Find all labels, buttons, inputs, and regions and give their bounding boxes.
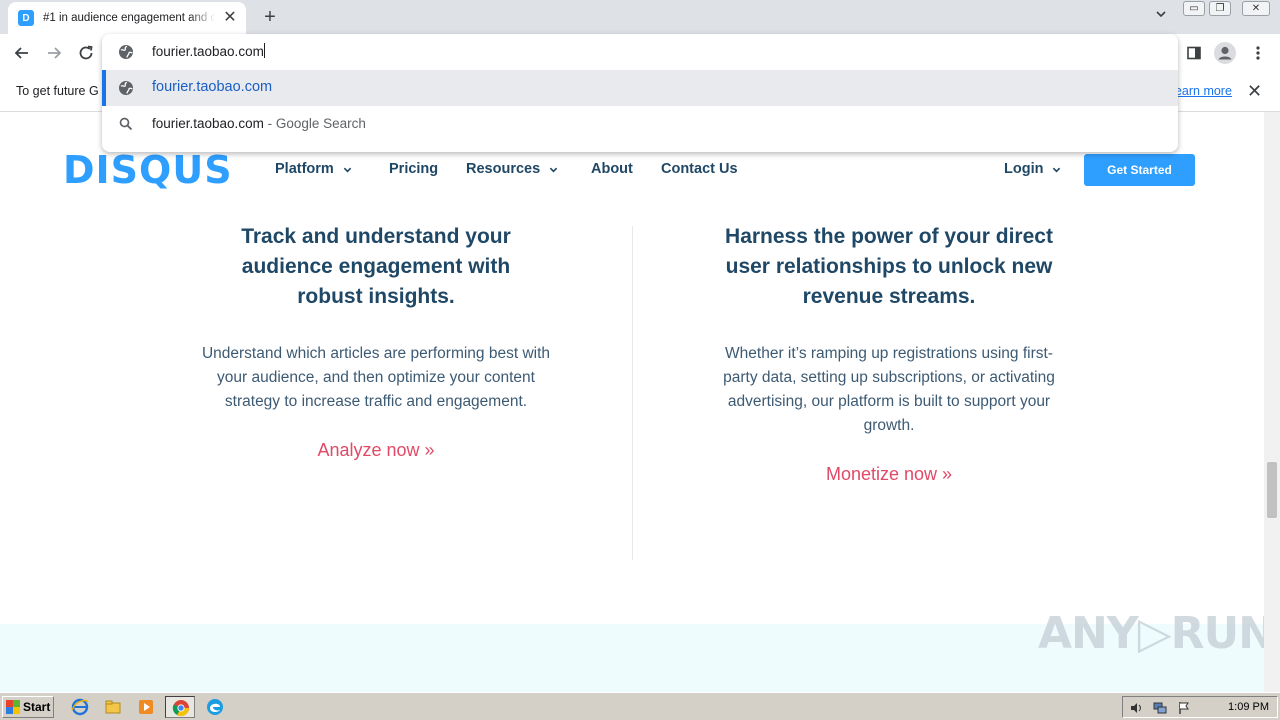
side-panel-icon: [1187, 46, 1201, 60]
disqus-logo[interactable]: DISQUS: [63, 148, 233, 192]
chevron-down-icon: [1053, 167, 1061, 172]
nav-resources[interactable]: Resources: [466, 161, 558, 177]
anyrun-watermark: ANY▷RUN: [1038, 608, 1264, 659]
scrollbar-thumb[interactable]: [1267, 462, 1277, 518]
network-icon[interactable]: [1153, 701, 1167, 715]
nav-resources-label: Resources: [466, 161, 541, 177]
feature-body: Whether it’s ramping up registrations us…: [723, 345, 1055, 434]
chrome-menu-button[interactable]: [1246, 41, 1270, 65]
tab-close-button[interactable]: ✕: [222, 10, 238, 26]
volume-icon[interactable]: [1129, 701, 1143, 715]
feature-body: Understand which articles are performing…: [201, 345, 551, 410]
monetize-now-link[interactable]: Monetize now »: [689, 464, 1089, 485]
windows-taskbar: Start 1:09 PM: [0, 692, 1280, 720]
nav-contact[interactable]: Contact Us: [661, 161, 738, 177]
chevron-down-icon: [343, 167, 352, 172]
clock[interactable]: 1:09 PM: [1228, 701, 1269, 713]
reload-icon: [79, 45, 93, 60]
address-bar-input[interactable]: fourier.taobao.com: [152, 43, 265, 59]
info-bar-text: To get future G: [16, 84, 99, 98]
nav-platform[interactable]: Platform: [275, 161, 352, 177]
tab-strip: D #1 in audience engagement and communit…: [0, 0, 1280, 34]
edge-icon[interactable]: [206, 698, 224, 716]
back-arrow-icon: [14, 47, 28, 59]
start-button[interactable]: Start: [2, 696, 54, 718]
window-restore-button[interactable]: ❐: [1209, 1, 1231, 16]
action-center-flag-icon[interactable]: [1177, 701, 1191, 715]
nav-pricing-label: Pricing: [389, 161, 439, 177]
kebab-menu-icon: [1256, 46, 1260, 60]
chevron-down-icon: [549, 167, 558, 172]
omnibox-suggestion-url[interactable]: fourier.taobao.com: [102, 70, 1178, 106]
window-minimize-button[interactable]: ▭: [1183, 1, 1205, 16]
page-scrollbar[interactable]: [1264, 112, 1280, 692]
file-explorer-icon[interactable]: [104, 698, 122, 716]
system-tray: 1:09 PM: [1122, 696, 1278, 718]
start-label: Start: [23, 700, 51, 714]
get-started-button[interactable]: Get Started: [1084, 154, 1195, 186]
browser-tab-active[interactable]: D #1 in audience engagement and communit…: [8, 2, 246, 34]
tab-title: #1 in audience engagement and community: [43, 12, 215, 24]
omnibox-input-row[interactable]: fourier.taobao.com: [102, 34, 1178, 70]
web-page: DISQUS Platform Pricing Resources About …: [0, 112, 1264, 692]
nav-pricing[interactable]: Pricing: [389, 161, 438, 177]
tab-search-chevron-icon[interactable]: [1152, 8, 1170, 26]
omnibox-dropdown: fourier.taobao.com fourier.taobao.com fo…: [102, 34, 1178, 152]
feature-heading: Harness the power of your direct user re…: [725, 225, 1053, 308]
nav-about-label: About: [591, 161, 633, 177]
window-close-button[interactable]: ✕: [1242, 1, 1270, 16]
nav-login-label: Login: [1004, 161, 1044, 177]
analyze-now-link[interactable]: Analyze now »: [176, 440, 576, 461]
suggestion-text: fourier.taobao.com - Google Search: [152, 116, 366, 131]
side-panel-button[interactable]: [1182, 41, 1206, 65]
feature-heading: Track and understand your audience engag…: [241, 225, 511, 308]
column-divider: [632, 226, 633, 560]
feature-column-insights: Track and understand your audience engag…: [176, 222, 576, 461]
profile-avatar-icon: [1214, 42, 1236, 64]
disqus-favicon-icon: D: [18, 10, 34, 26]
globe-icon: [119, 81, 133, 95]
feature-column-revenue: Harness the power of your direct user re…: [689, 222, 1089, 485]
forward-button[interactable]: [42, 41, 66, 65]
info-bar-close-button[interactable]: ✕: [1247, 82, 1262, 100]
nav-login[interactable]: Login: [1004, 161, 1061, 177]
text-caret: [263, 43, 265, 58]
search-icon: [119, 117, 133, 131]
windows-flag-icon: [6, 700, 20, 714]
nav-about[interactable]: About: [591, 161, 633, 177]
internet-explorer-icon[interactable]: [71, 698, 89, 716]
globe-icon: [119, 45, 133, 59]
new-tab-button[interactable]: +: [259, 6, 281, 28]
media-player-icon[interactable]: [137, 698, 155, 716]
forward-arrow-icon: [48, 47, 62, 59]
reload-button[interactable]: [74, 41, 98, 65]
chrome-icon: [172, 700, 190, 717]
back-button[interactable]: [10, 41, 34, 65]
nav-platform-label: Platform: [275, 161, 334, 177]
profile-button[interactable]: [1213, 41, 1237, 65]
suggestion-text: fourier.taobao.com: [152, 79, 273, 95]
taskbar-chrome-active[interactable]: [165, 696, 195, 718]
nav-contact-label: Contact Us: [661, 161, 738, 177]
omnibox-suggestion-search[interactable]: fourier.taobao.com - Google Search: [102, 106, 1178, 142]
